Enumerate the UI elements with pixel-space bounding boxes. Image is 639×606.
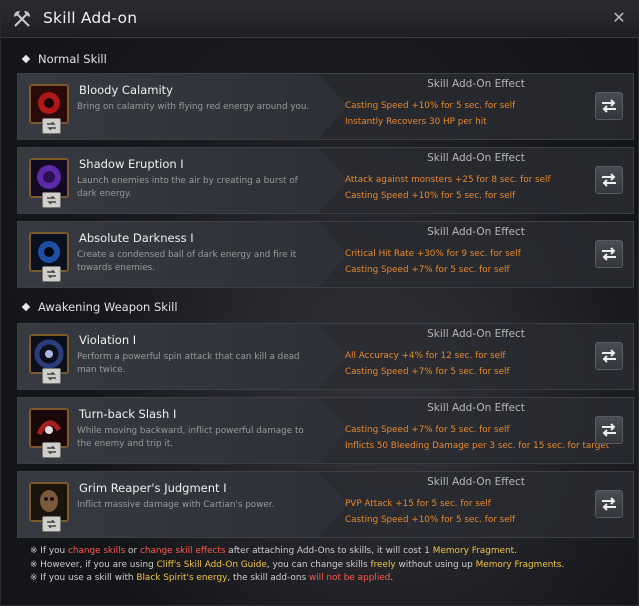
skill-row: Violation I Perform a powerful spin atta… [17,323,634,390]
effect-header: Skill Add-On Effect [427,152,525,164]
change-effect-button[interactable] [595,342,623,370]
effect-header: Skill Add-On Effect [427,78,525,90]
skill-description: Launch enemies into the air by creating … [77,176,298,199]
addon-badge-icon [42,368,61,384]
swap-arrows-icon [602,497,616,511]
effect-line: PVP Attack +15 for 5 sec. for self [345,499,491,509]
title-bar: Skill Add-on ✕ [1,1,639,38]
effect-line: Casting Speed +10% for 5 sec. for self [345,191,516,201]
change-effect-button[interactable] [595,416,623,444]
note-line: ※ If you use a skill with Black Spirit's… [30,573,394,583]
diamond-bullet-icon [21,302,31,312]
section-awakening-weapon-skill: Awakening Weapon Skill [21,300,178,314]
effect-line: Casting Speed +7% for 5 sec. for self [345,367,510,377]
skill-row: Turn-back Slash I While moving backward,… [17,397,634,464]
effect-header: Skill Add-On Effect [427,328,525,340]
effect-header: Skill Add-On Effect [427,226,525,238]
skill-row: Shadow Eruption I Launch enemies into th… [17,147,634,214]
effect-line: All Accuracy +4% for 12 sec. for self [345,351,506,361]
section-normal-skill: Normal Skill [21,52,107,66]
skill-description: Bring on calamity with flying red energy… [77,102,310,112]
addon-badge-icon [42,516,61,532]
diamond-bullet-icon [21,54,31,64]
swap-arrows-icon [602,349,616,363]
skill-name: Grim Reaper's Judgment I [79,481,227,495]
notes: ※ If you change skills or change skill e… [30,545,564,586]
addon-badge-icon [42,442,61,458]
change-effect-button[interactable] [595,166,623,194]
skill-description: Inflict massive damage with Cartian's po… [77,500,275,510]
swap-arrows-icon [602,247,616,261]
effect-line: Casting Speed +10% for 5 sec. for self [345,101,516,111]
skill-row: Grim Reaper's Judgment I Inflict massive… [17,471,634,538]
effect-line: Attack against monsters +25 for 8 sec. f… [345,175,551,185]
change-effect-button[interactable] [595,490,623,518]
skill-name: Absolute Darkness I [79,231,194,245]
skill-name: Shadow Eruption I [79,157,184,171]
skill-description: While moving backward, inflict powerful … [77,426,304,449]
skill-row: Bloody Calamity Bring on calamity with f… [17,73,634,140]
addon-badge-icon [42,192,61,208]
addon-badge-icon [42,118,61,134]
effect-header: Skill Add-On Effect [427,402,525,414]
close-icon[interactable]: ✕ [610,9,628,27]
skill-row: Absolute Darkness I Create a condensed b… [17,221,634,288]
addon-badge-icon [42,266,61,282]
swap-arrows-icon [602,173,616,187]
window-title: Skill Add-on [43,9,138,27]
effect-line: Critical Hit Rate +30% for 9 sec. for se… [345,249,521,259]
skill-description: Perform a powerful spin attack that can … [77,352,300,375]
skill-addon-window: Skill Add-on ✕ Normal Skill Bloody Calam… [0,0,639,606]
skill-name: Violation I [79,333,137,347]
change-effect-button[interactable] [595,240,623,268]
change-effect-button[interactable] [595,92,623,120]
effect-line: Inflicts 50 Bleeding Damage per 3 sec. f… [345,441,610,451]
effect-line: Instantly Recovers 30 HP per hit [345,117,487,127]
crossed-axes-icon [11,8,33,30]
skill-name: Bloody Calamity [79,83,173,97]
note-line: ※ If you change skills or change skill e… [30,546,517,556]
swap-arrows-icon [602,99,616,113]
effect-line: Casting Speed +10% for 5 sec. for self [345,515,516,525]
effect-line: Casting Speed +7% for 5 sec. for self [345,265,510,275]
skill-description: Create a condensed ball of dark energy a… [77,250,297,273]
effect-header: Skill Add-On Effect [427,476,525,488]
skill-name: Turn-back Slash I [79,407,177,421]
swap-arrows-icon [602,423,616,437]
effect-line: Casting Speed +7% for 5 sec. for self [345,425,510,435]
note-line: ※ However, if you are using Cliff's Skil… [30,559,565,570]
